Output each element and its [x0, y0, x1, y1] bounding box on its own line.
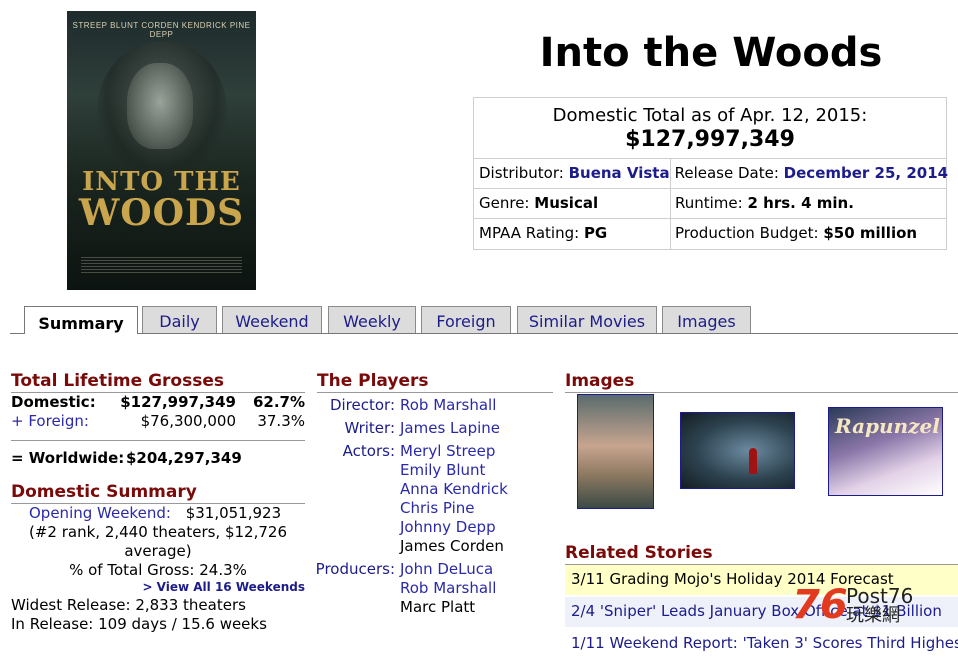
domestic-total: Domestic Total as of Apr. 12, 2015: $127…	[474, 98, 946, 159]
domestic-summary-header: Domestic Summary	[11, 482, 305, 504]
mpaa-cell: MPAA Rating: PG	[474, 219, 671, 249]
poster-title: INTO THE WOODS	[78, 167, 245, 234]
image-thumbnail[interactable]	[680, 412, 795, 489]
tab-daily[interactable]: Daily	[142, 306, 217, 333]
tab-summary[interactable]: Summary	[24, 306, 138, 334]
writer-label: Writer:	[344, 419, 395, 437]
grosses-divider	[11, 440, 305, 441]
distributor-link[interactable]: Buena Vista	[569, 164, 670, 182]
budget-cell: Production Budget: $50 million	[675, 224, 918, 242]
tab-weekly[interactable]: Weekly	[328, 306, 416, 333]
pct-total-gross: % of Total Gross: 24.3%	[69, 561, 247, 579]
tab-images[interactable]: Images	[662, 306, 751, 333]
movie-poster: STREEP BLUNT CORDEN KENDRICK PINE DEPP I…	[67, 11, 256, 290]
genre-cell: Genre: Musical	[474, 189, 671, 218]
opening-rank: (#2 rank, 2,440 theaters, $12,726 averag…	[29, 523, 287, 560]
view-all-weekends-link[interactable]: > View All 16 Weekends	[11, 580, 305, 594]
producer-link[interactable]: John DeLuca	[400, 560, 493, 578]
writer-link[interactable]: James Lapine	[400, 419, 500, 437]
actors-label: Actors:	[342, 442, 395, 460]
producer-link[interactable]: Rob Marshall	[400, 579, 496, 597]
tab-weekend[interactable]: Weekend	[222, 306, 322, 333]
widest-release: Widest Release: 2,833 theaters	[11, 596, 246, 614]
actor-link[interactable]: Meryl Streep	[400, 442, 495, 460]
producer-name: Marc Platt	[400, 598, 476, 616]
grosses-header: Total Lifetime Grosses	[11, 371, 305, 393]
tab-foreign[interactable]: Foreign	[421, 306, 511, 333]
release-date-cell: Release Date: December 25, 2014	[674, 164, 949, 182]
domestic-gross-row: Domestic: $127,997,349 62.7%	[11, 393, 305, 411]
images-header: Images	[565, 371, 958, 393]
tab-baseline	[10, 333, 958, 334]
watermark-logo: 76 Post76 玩樂網	[792, 582, 914, 628]
foreign-gross-row: + Foreign: $76,300,000 37.3%	[11, 412, 305, 430]
opening-weekend-row: Opening Weekend: $31,051,923	[29, 504, 282, 522]
tab-similar-movies[interactable]: Similar Movies	[517, 306, 657, 333]
worldwide-gross-row: = Worldwide: $204,297,349	[11, 449, 242, 467]
poster-face	[127, 63, 193, 149]
red-hood-figure	[749, 448, 757, 474]
players-header: The Players	[317, 371, 553, 393]
release-date-link[interactable]: December 25, 2014	[784, 164, 948, 182]
director-link[interactable]: Rob Marshall	[400, 396, 496, 414]
foreign-link[interactable]: + Foreign:	[11, 412, 89, 430]
poster-credits	[81, 257, 242, 275]
actor-link[interactable]: Emily Blunt	[400, 461, 485, 479]
in-release: In Release: 109 days / 15.6 weeks	[11, 615, 267, 633]
actor-name: James Corden	[400, 537, 504, 555]
actor-link[interactable]: Chris Pine	[400, 499, 475, 517]
director-label: Director:	[329, 396, 395, 414]
page-title: Into the Woods	[539, 30, 883, 76]
related-stories-header: Related Stories	[565, 543, 958, 565]
thumb-text: Rapunzel	[835, 414, 940, 438]
poster-cast: STREEP BLUNT CORDEN KENDRICK PINE DEPP	[72, 21, 251, 39]
runtime-cell: Runtime: 2 hrs. 4 min.	[675, 194, 854, 212]
image-thumbnail[interactable]: Rapunzel	[828, 407, 943, 496]
opening-weekend-link[interactable]: Opening Weekend:	[29, 504, 171, 522]
movie-info-table: Domestic Total as of Apr. 12, 2015: $127…	[473, 97, 949, 250]
image-thumbnail[interactable]	[577, 394, 654, 509]
producers-label: Producers:	[315, 560, 395, 578]
distributor-cell: Distributor: Buena Vista	[474, 159, 671, 188]
actor-link[interactable]: Johnny Depp	[400, 518, 496, 536]
actor-link[interactable]: Anna Kendrick	[400, 480, 508, 498]
